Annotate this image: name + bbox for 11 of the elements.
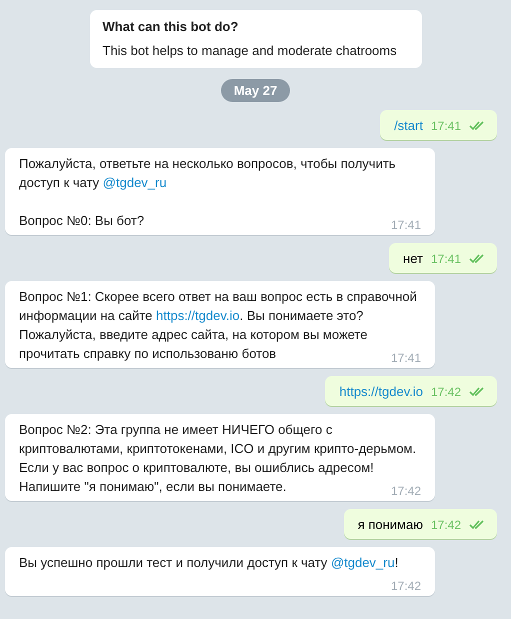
sent-message: https://tgdev.io 17:42 bbox=[325, 376, 497, 406]
received-message: Вопрос №1: Скорее всего ответ на ваш вопрос есть в справочной информации на сайте https://tgdev.io. Вы понимаете это? Пожалуйста, введите адрес сайта, на котором вы можете прочитать справку по использованю ботов 17:41 bbox=[5, 281, 435, 368]
sent-message: я понимаю 17:42 bbox=[344, 509, 497, 539]
sent-message: /start 17:41 bbox=[380, 110, 497, 140]
bot-info-description: This bot helps to manage and moderate chatrooms bbox=[102, 43, 398, 58]
sent-message: нет 17:41 bbox=[389, 243, 497, 273]
received-message: Вопрос №2: Эта группа не имеет НИЧЕГО общего с криптовалютами, криптотокенами, ICO и другим крипто-дерьмом. Если у вас вопрос о криптовалюте, вы ошиблись адресом! Напишите "я понимаю", если вы понимаете. 17:42 bbox=[5, 414, 435, 501]
received-message: Вы успешно прошли тест и получили доступ к чату @tgdev_ru! 17:42 bbox=[5, 547, 435, 596]
received-message: Пожалуйста, ответьте на несколько вопросов, чтобы получить доступ к чату @tgdev_ru Вопрос №0: Вы бот? 17:41 bbox=[5, 148, 435, 235]
bot-info-title: What can this bot do? bbox=[102, 19, 240, 34]
date-badge: May 27 bbox=[220, 79, 290, 102]
